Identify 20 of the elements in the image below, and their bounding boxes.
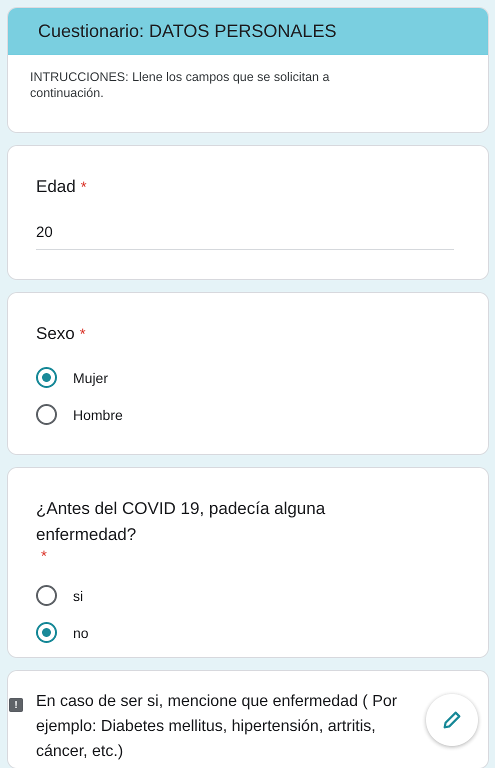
instructions-text: INTRUCCIONES: Llene los campos que se solicitan a continuación. [30, 69, 330, 101]
radio-button[interactable] [36, 404, 57, 425]
question-text: Sexo [36, 323, 75, 345]
radio-button[interactable] [36, 585, 57, 606]
required-mark: * [80, 326, 86, 343]
question-text: ¿Antes del COVID 19, padecía alguna enfermedad? [36, 498, 326, 546]
option-label: si [73, 588, 84, 604]
question-text: En caso de ser si, mencione que enfermedad ( Por ejemplo: Diabetes mellitus, hipertensión, artritis, cáncer, etc.) [36, 692, 398, 762]
radio-button[interactable] [36, 622, 57, 643]
required-mark: * [80, 179, 87, 196]
question-text: Edad [36, 176, 76, 198]
form-title: Cuestionario: DATOS PERSONALES [38, 21, 336, 42]
required-mark: * [41, 548, 47, 565]
radio-button[interactable] [36, 367, 57, 388]
report-badge[interactable]: ! [9, 698, 23, 712]
option-label: no [73, 624, 89, 640]
option-label: Mujer [73, 370, 108, 386]
pencil-icon [441, 709, 463, 731]
input-field[interactable]: 20 [36, 220, 454, 250]
option-label: Hombre [73, 406, 123, 422]
